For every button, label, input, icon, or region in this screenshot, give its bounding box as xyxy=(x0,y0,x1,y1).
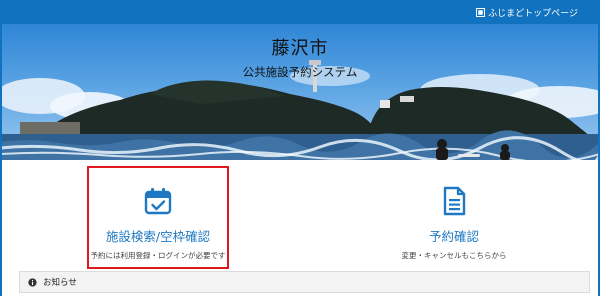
top-page-link[interactable]: ふじまどトップページ xyxy=(476,5,578,19)
system-name: 公共施設予約システム xyxy=(242,65,358,79)
info-circle-icon xyxy=(28,277,37,287)
reservation-check-title: 予約確認 xyxy=(428,229,479,244)
notice-label: お知らせ xyxy=(43,278,77,288)
left-page-border xyxy=(0,24,2,296)
city-name: 藤沢市 xyxy=(271,38,329,59)
top-header-bar: ふじまどトップページ xyxy=(0,0,600,24)
notice-bar[interactable]: お知らせ xyxy=(19,271,590,293)
reservation-check-button[interactable]: 予約確認 変更・キャンセルもこちらから xyxy=(354,174,554,266)
calendar-check-icon xyxy=(144,188,172,215)
square-icon xyxy=(476,7,486,17)
top-page-link-label: ふじまどトップページ xyxy=(488,8,578,19)
facility-search-title: 施設検索/空枠確認 xyxy=(105,229,211,244)
document-icon xyxy=(443,186,466,216)
reservation-check-note: 変更・キャンセルもこちらから xyxy=(401,251,507,260)
hero-banner: 藤沢市 公共施設予約システム xyxy=(0,24,600,160)
facility-search-note: 予約には利用登録・ログインが必要です xyxy=(90,251,226,260)
facility-search-button[interactable]: 施設検索/空枠確認 予約には利用登録・ログインが必要です xyxy=(60,174,256,266)
